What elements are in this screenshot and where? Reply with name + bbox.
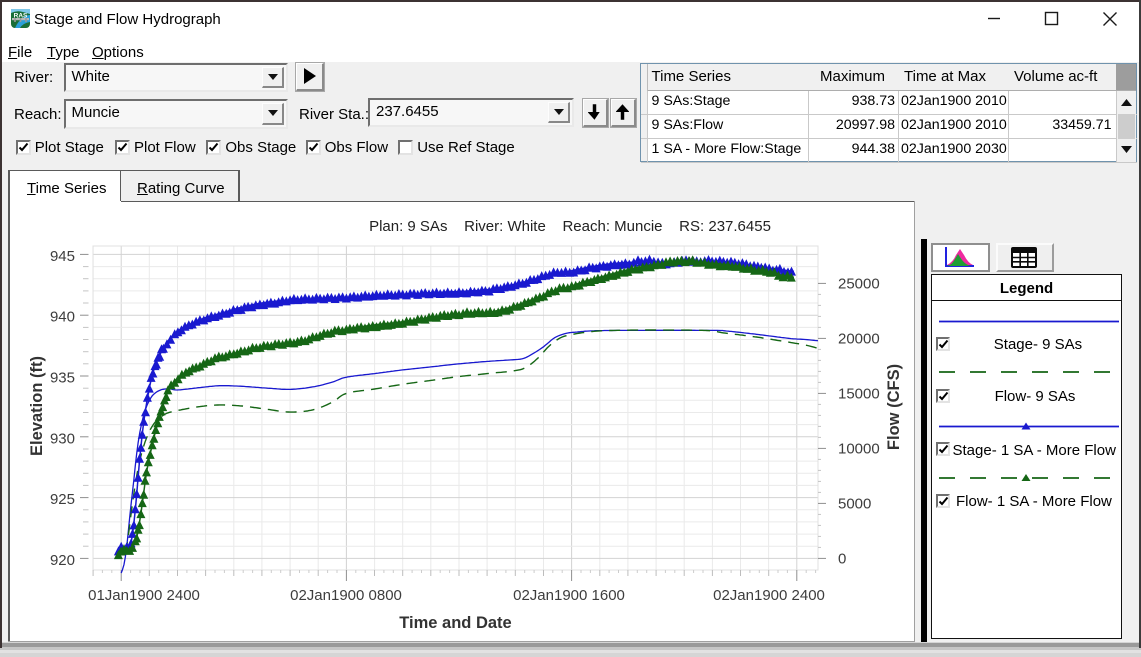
svg-text:Flow (CFS): Flow (CFS) [885, 364, 903, 450]
svg-text:930: 930 [50, 430, 75, 447]
svg-text:10000: 10000 [838, 440, 880, 457]
svg-text:Time and Date: Time and Date [399, 614, 511, 632]
svg-text:945: 945 [50, 248, 75, 265]
svg-text:15000: 15000 [838, 385, 880, 402]
svg-text:0: 0 [838, 550, 846, 567]
svg-text:25000: 25000 [838, 275, 880, 292]
svg-text:Elevation (ft): Elevation (ft) [28, 356, 46, 456]
svg-text:02Jan1900 2400: 02Jan1900 2400 [713, 587, 825, 604]
svg-text:920: 920 [50, 552, 75, 569]
svg-text:935: 935 [50, 370, 75, 387]
svg-text:01Jan1900 2400: 01Jan1900 2400 [88, 587, 200, 604]
svg-text:940: 940 [50, 309, 75, 326]
svg-text:02Jan1900 1600: 02Jan1900 1600 [513, 587, 625, 604]
svg-text:Plan: 9 SAs River: White: Plan: 9 SAs River: White Reach: Muncie R… [369, 218, 771, 235]
svg-text:5000: 5000 [838, 495, 871, 512]
svg-text:925: 925 [50, 491, 75, 508]
svg-text:20000: 20000 [838, 330, 880, 347]
svg-text:02Jan1900 0800: 02Jan1900 0800 [290, 587, 402, 604]
